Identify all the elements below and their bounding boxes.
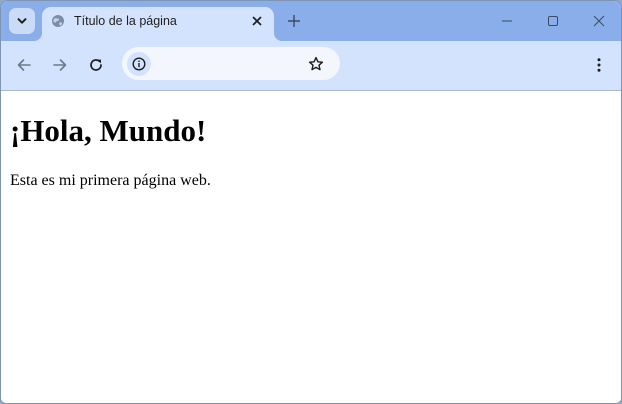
globe-icon — [51, 14, 65, 28]
maximize-button[interactable] — [541, 9, 565, 33]
tab-search-button[interactable] — [9, 8, 35, 34]
forward-button[interactable] — [48, 53, 72, 77]
maximize-icon — [547, 15, 559, 27]
browser-menu-button[interactable] — [587, 53, 611, 77]
plus-icon — [288, 15, 300, 27]
chevron-down-icon — [16, 15, 28, 27]
toolbar — [1, 41, 621, 91]
tab-strip: Título de la página — [1, 1, 621, 41]
address-input[interactable] — [158, 53, 298, 73]
back-button[interactable] — [12, 53, 36, 77]
page-heading: ¡Hola, Mundo! — [10, 113, 207, 148]
reload-icon — [88, 57, 104, 73]
close-icon — [593, 15, 605, 27]
window-close-button[interactable] — [587, 9, 611, 33]
arrow-right-icon — [52, 57, 68, 73]
tab-close-button[interactable] — [248, 12, 266, 30]
bookmark-button[interactable] — [304, 52, 328, 76]
info-icon — [132, 57, 146, 71]
reload-button[interactable] — [84, 53, 108, 77]
kebab-menu-icon — [591, 57, 607, 73]
minimize-button[interactable] — [495, 9, 519, 33]
site-info-button[interactable] — [127, 52, 151, 76]
page-paragraph: Esta es mi primera página web. — [10, 172, 211, 189]
tab-title: Título de la página — [74, 14, 177, 28]
close-icon — [252, 16, 262, 26]
star-icon — [308, 56, 324, 72]
address-bar[interactable] — [122, 47, 340, 80]
page-content: ¡Hola, Mundo! Esta es mi primera página … — [1, 91, 621, 403]
browser-window: Título de la página ¡Hola, Mundo! Esta e… — [0, 0, 622, 404]
arrow-left-icon — [16, 57, 32, 73]
minimize-icon — [501, 15, 513, 27]
active-tab[interactable]: Título de la página — [42, 7, 274, 41]
new-tab-button[interactable] — [283, 10, 305, 32]
